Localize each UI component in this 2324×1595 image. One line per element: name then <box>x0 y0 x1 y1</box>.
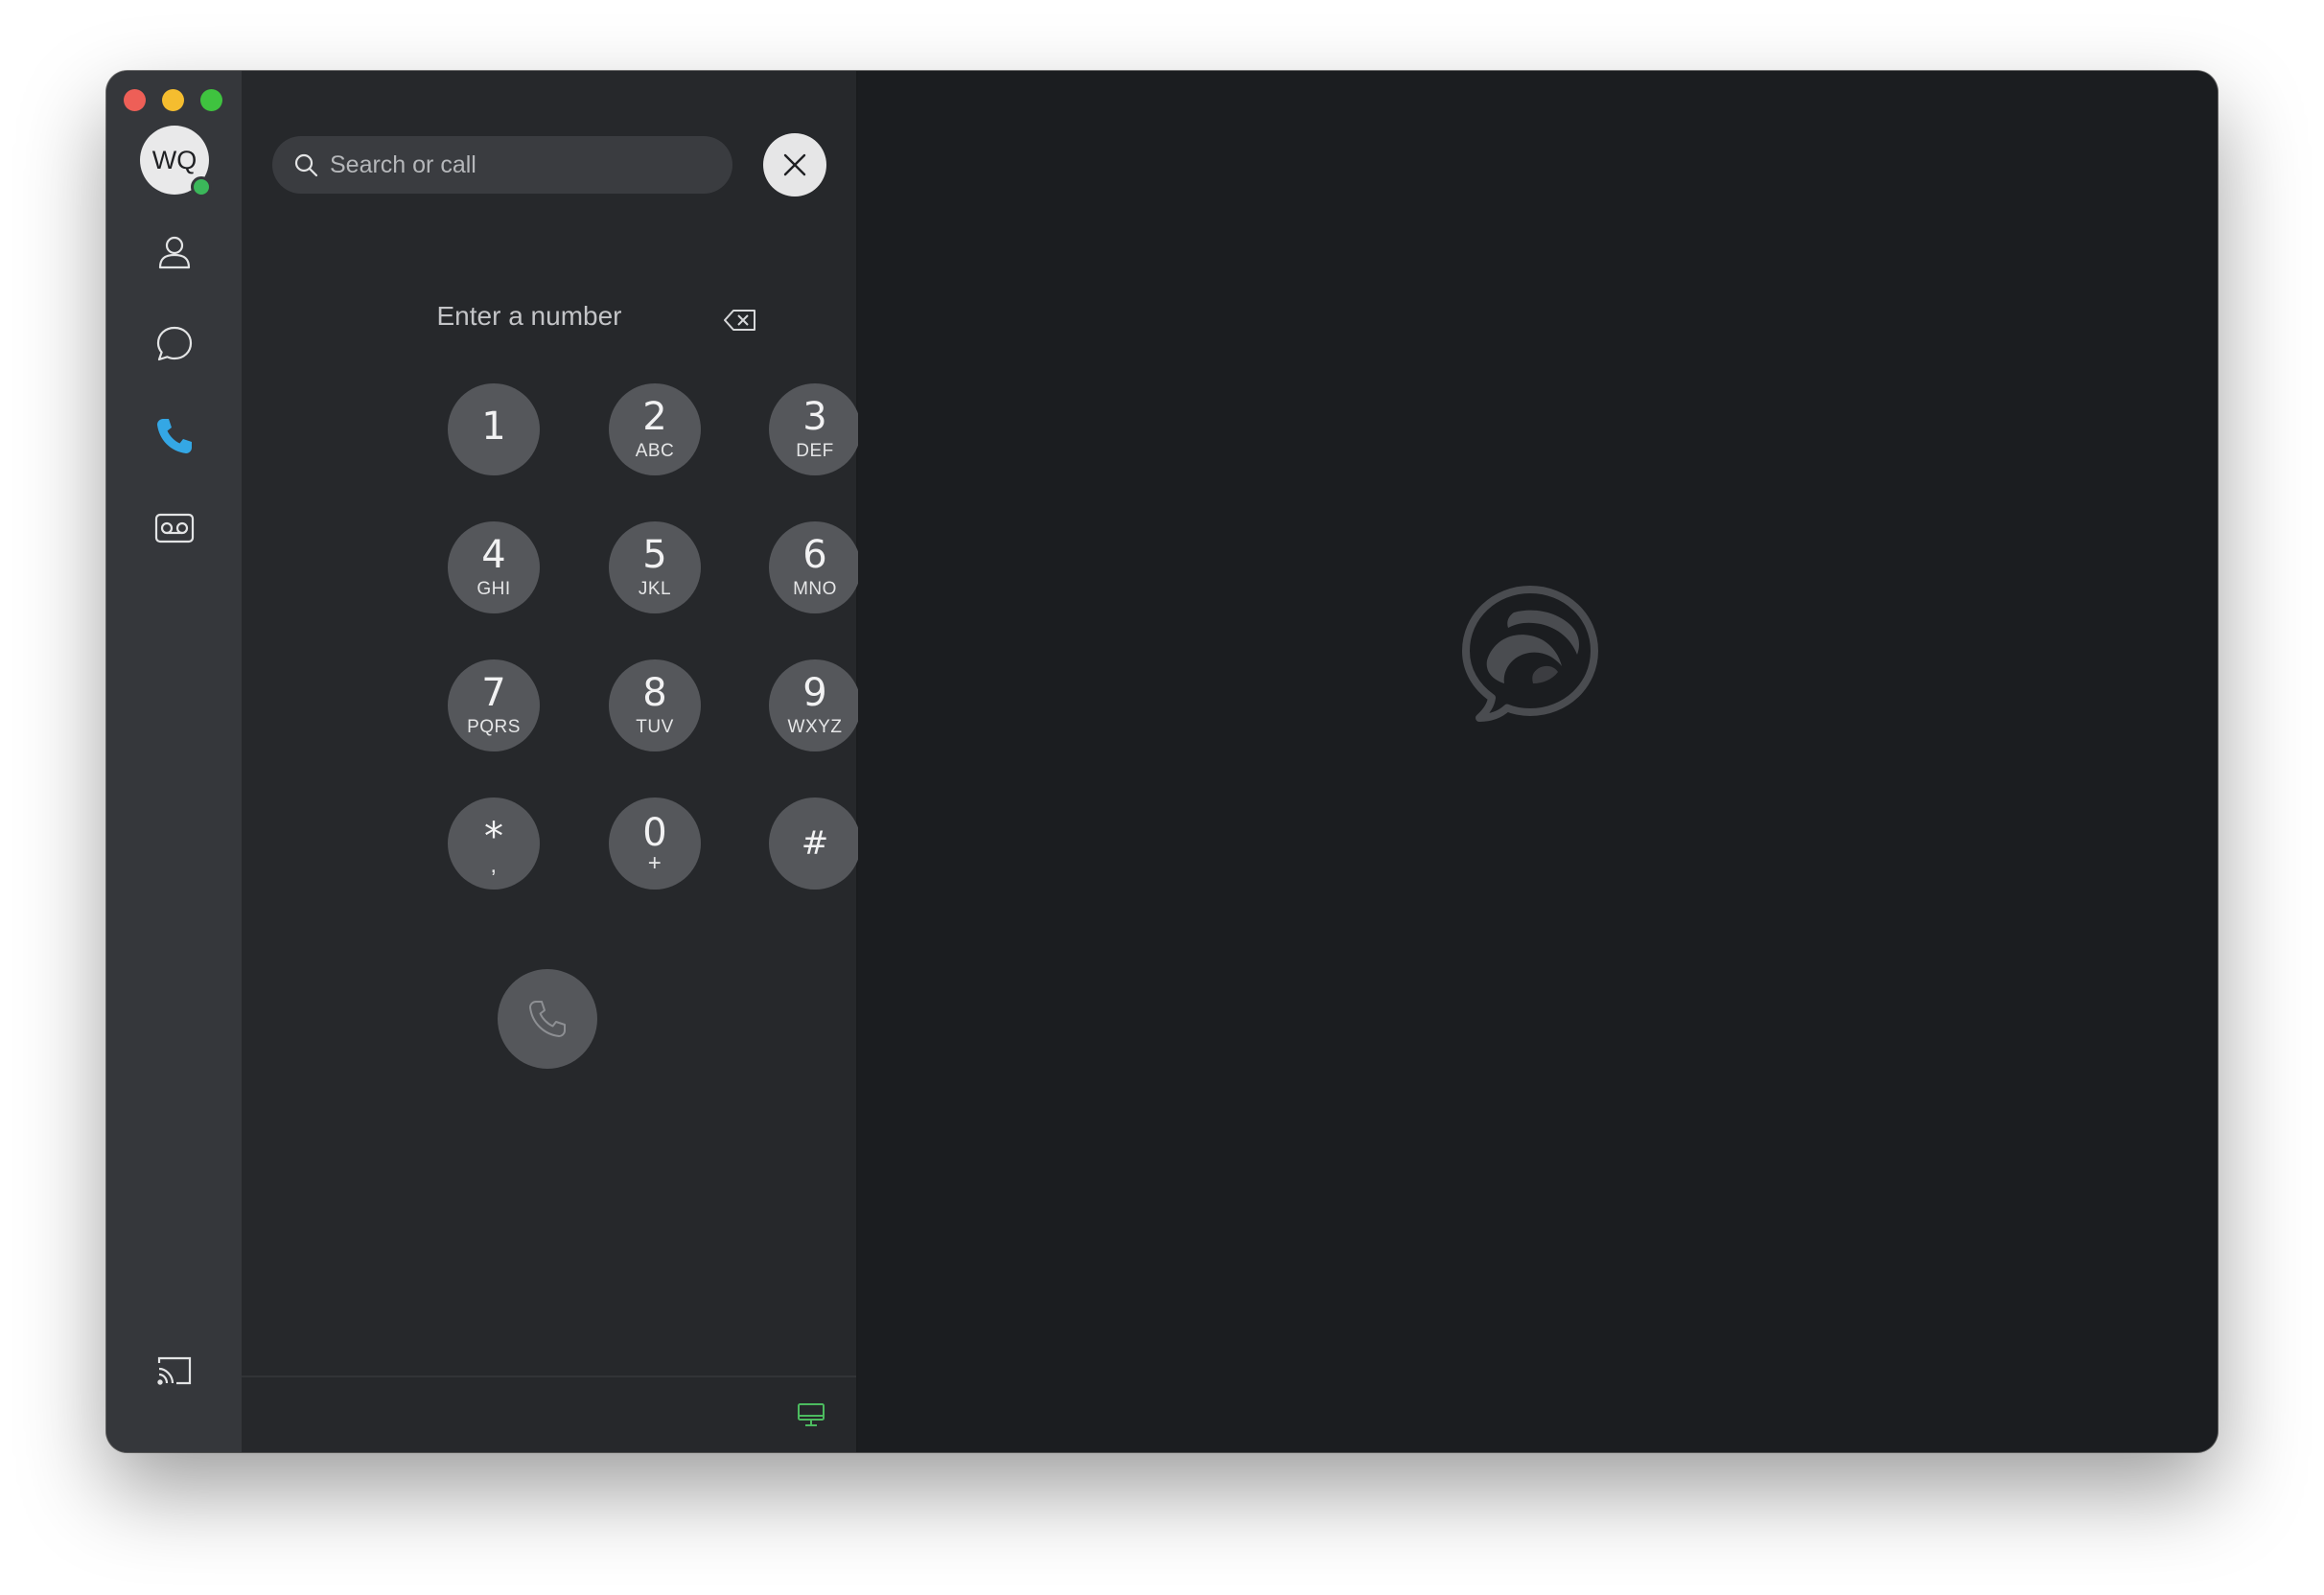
sidebar-item-contacts[interactable] <box>140 218 209 287</box>
key-letters: WXYZ <box>787 717 843 737</box>
key-digit: 0 <box>642 811 667 855</box>
dial-key-8[interactable]: 8 TUV <box>609 659 701 751</box>
number-display[interactable]: Enter a number <box>385 301 673 332</box>
key-digit: 8 <box>642 671 667 715</box>
key-digit: * <box>484 815 503 859</box>
dial-key-5[interactable]: 5 JKL <box>609 521 701 613</box>
maximize-window-button[interactable] <box>200 89 222 111</box>
dial-key-9[interactable]: 9 WXYZ <box>769 659 861 751</box>
key-digit: # <box>801 824 829 863</box>
key-letters: , <box>490 852 498 878</box>
key-letters: DEF <box>796 441 834 461</box>
monitor-icon <box>798 1403 825 1426</box>
key-digit: 7 <box>481 671 506 715</box>
dial-key-4[interactable]: 4 GHI <box>448 521 540 613</box>
main-content-area <box>858 71 2218 1452</box>
minimize-window-button[interactable] <box>162 89 184 111</box>
dialpad-footer <box>242 1375 856 1452</box>
device-connection-button[interactable] <box>795 1399 827 1431</box>
close-window-button[interactable] <box>124 89 146 111</box>
dial-key-7[interactable]: 7 PQRS <box>448 659 540 751</box>
phone-icon <box>157 419 192 453</box>
key-letters: PQRS <box>467 717 521 737</box>
dial-key-6[interactable]: 6 MNO <box>769 521 861 613</box>
key-digit: 1 <box>481 405 506 449</box>
key-digit: 6 <box>802 533 827 577</box>
search-input[interactable] <box>328 150 696 180</box>
sidebar-item-voicemail[interactable] <box>140 494 209 563</box>
dial-key-2[interactable]: 2 ABC <box>609 383 701 475</box>
key-digit: 4 <box>481 533 506 577</box>
screen-cast-icon <box>157 1356 192 1385</box>
key-letters: GHI <box>476 579 511 599</box>
dial-key-1[interactable]: 1 <box>448 383 540 475</box>
key-letters: ABC <box>635 441 675 461</box>
voicemail-icon <box>154 513 195 543</box>
sidebar-item-messaging[interactable] <box>140 310 209 379</box>
search-icon <box>294 153 318 177</box>
key-digit: 9 <box>802 671 827 715</box>
dial-key-0[interactable]: 0 + <box>609 798 701 890</box>
search-bar[interactable] <box>272 136 732 194</box>
dial-key-hash[interactable]: # <box>769 798 861 890</box>
webex-logo-icon <box>1462 586 1598 722</box>
backspace-button[interactable] <box>721 301 759 339</box>
key-digit: 2 <box>642 395 667 439</box>
key-digit: 5 <box>642 533 667 577</box>
key-letters: + <box>647 850 662 876</box>
app-window: WQ Search or call Enter a number 1 2 ABC… <box>106 71 2218 1452</box>
dial-key-star[interactable]: * , <box>448 798 540 890</box>
key-letters: JKL <box>638 579 672 599</box>
avatar-initials: WQ <box>151 145 198 174</box>
sidebar-item-calling[interactable] <box>140 402 209 471</box>
person-icon <box>158 236 191 269</box>
presence-indicator <box>191 176 212 197</box>
chat-bubble-icon <box>156 326 193 361</box>
close-dialpad-button[interactable] <box>763 133 826 196</box>
navigation-rail: WQ <box>106 71 242 1452</box>
backspace-icon <box>724 310 755 331</box>
dial-key-3[interactable]: 3 DEF <box>769 383 861 475</box>
phone-icon <box>529 1001 566 1037</box>
dialpad-panel: Enter a number 1 2 ABC 3 DEF 4 GHI 5 <box>242 71 861 1452</box>
call-button[interactable] <box>498 969 597 1069</box>
key-letters: TUV <box>636 717 674 737</box>
key-digit: 3 <box>802 395 827 439</box>
close-icon <box>783 153 806 176</box>
key-letters: MNO <box>793 579 837 599</box>
screen-cast-button[interactable] <box>140 1336 209 1405</box>
